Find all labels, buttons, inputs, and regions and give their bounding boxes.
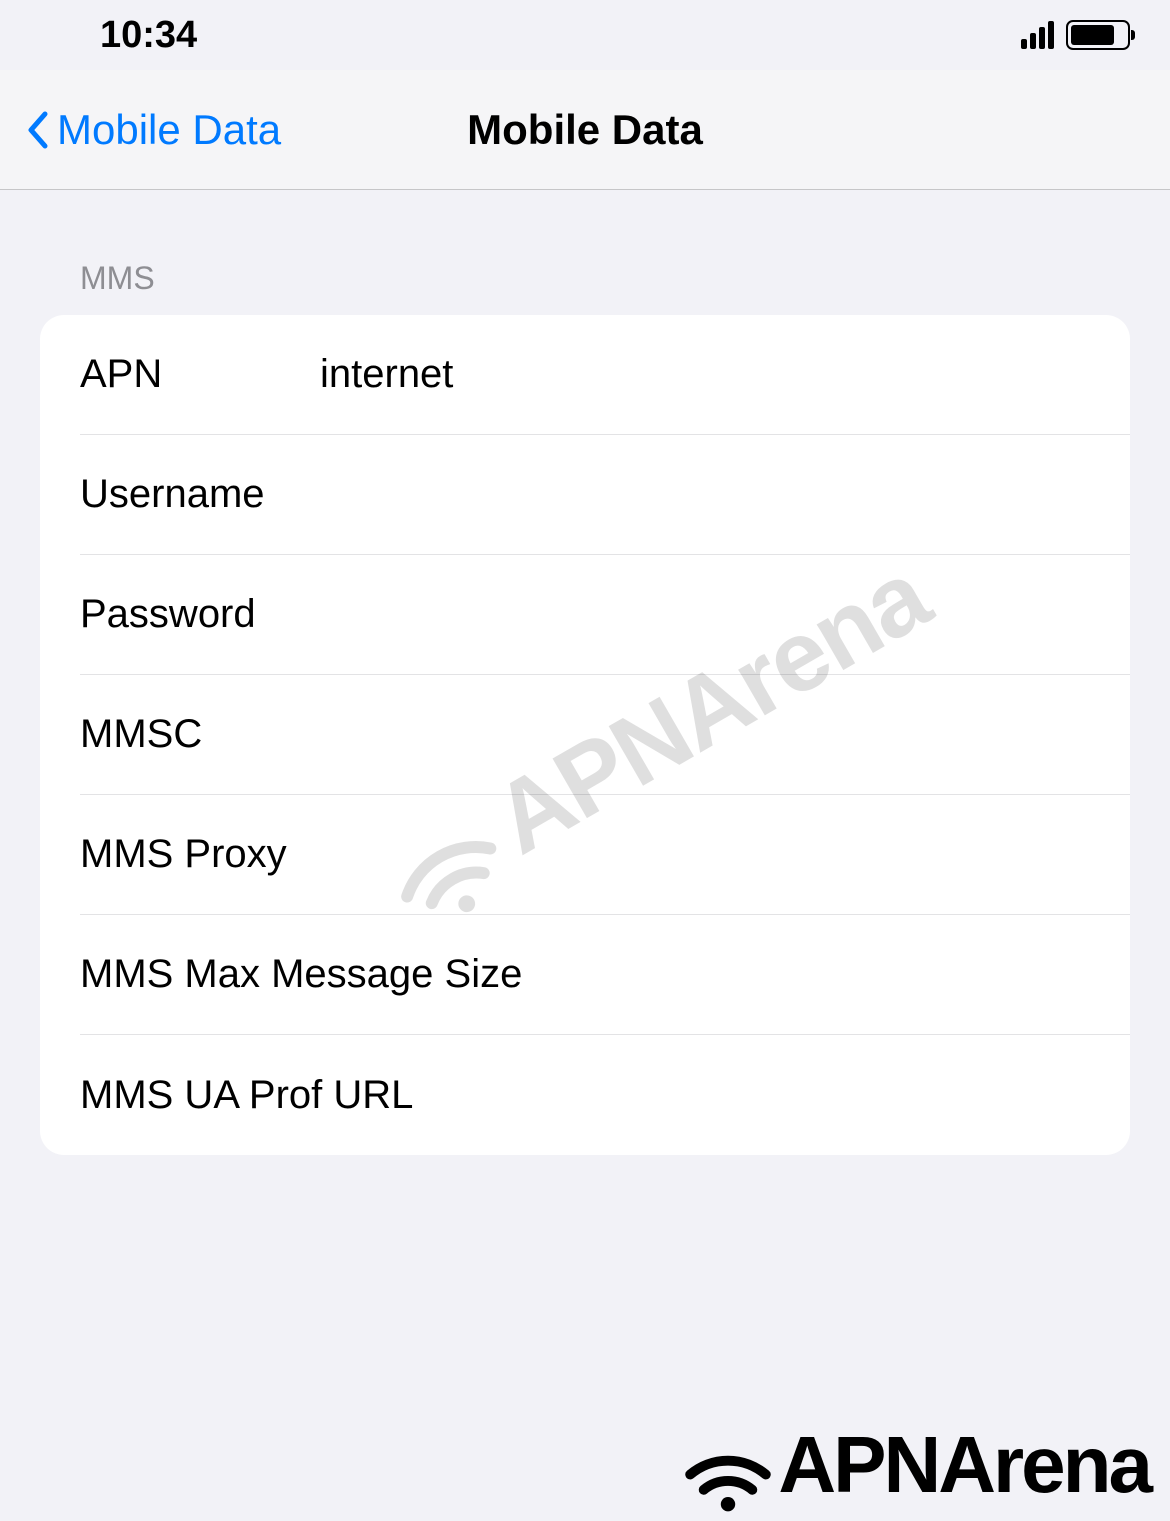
- wifi-icon: [683, 1425, 773, 1505]
- status-time: 10:34: [100, 14, 197, 57]
- mms-proxy-input[interactable]: [320, 832, 1090, 877]
- content-area: MMS APN Username Password MMSC: [0, 190, 1170, 1155]
- battery-icon: [1066, 20, 1130, 50]
- settings-row-apn[interactable]: APN: [40, 315, 1130, 435]
- settings-row-mms-proxy[interactable]: MMS Proxy: [40, 795, 1130, 915]
- row-label-apn: APN: [80, 352, 320, 397]
- chevron-left-icon: [25, 110, 49, 150]
- settings-row-mmsc[interactable]: MMSC: [40, 675, 1130, 795]
- settings-row-mms-max-size[interactable]: MMS Max Message Size: [40, 915, 1130, 1035]
- settings-row-password[interactable]: Password: [40, 555, 1130, 675]
- row-label-mms-proxy: MMS Proxy: [80, 832, 320, 877]
- mmsc-input[interactable]: [320, 712, 1090, 757]
- status-indicators: [1021, 20, 1130, 50]
- apn-input[interactable]: [320, 352, 1090, 397]
- settings-row-username[interactable]: Username: [40, 435, 1130, 555]
- section-header-mms: MMS: [40, 260, 1130, 315]
- cellular-signal-icon: [1021, 21, 1054, 49]
- password-input[interactable]: [320, 592, 1090, 637]
- back-button[interactable]: Mobile Data: [25, 106, 281, 154]
- navigation-bar: Mobile Data Mobile Data: [0, 70, 1170, 190]
- row-label-mms-max-size: MMS Max Message Size: [80, 952, 1090, 997]
- row-label-mmsc: MMSC: [80, 712, 320, 757]
- settings-row-mms-ua-prof[interactable]: MMS UA Prof URL: [40, 1035, 1130, 1155]
- username-input[interactable]: [320, 472, 1090, 517]
- row-label-mms-ua-prof: MMS UA Prof URL: [80, 1073, 1090, 1118]
- brand-logo: APNArena: [683, 1419, 1150, 1511]
- back-label: Mobile Data: [57, 106, 281, 154]
- status-bar: 10:34: [0, 0, 1170, 70]
- logo-text: APNArena: [778, 1419, 1150, 1511]
- row-label-password: Password: [80, 592, 320, 637]
- settings-group-mms: APN Username Password MMSC: [40, 315, 1130, 1155]
- row-label-username: Username: [80, 472, 320, 517]
